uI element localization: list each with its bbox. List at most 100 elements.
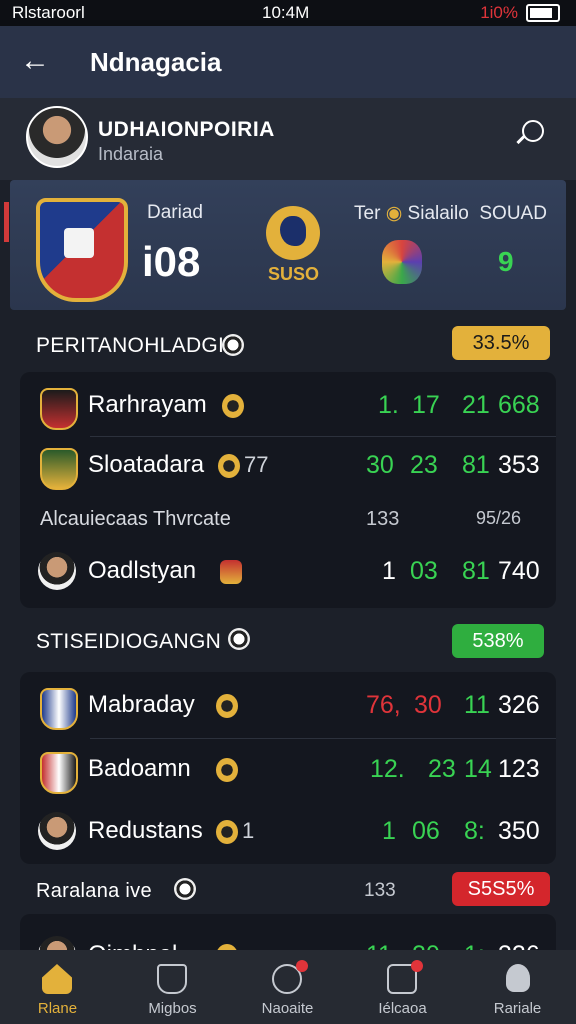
cell-value: 12. xyxy=(370,755,405,783)
medal-icon xyxy=(222,394,244,418)
team-crest-icon xyxy=(36,198,128,302)
player-avatar xyxy=(38,552,76,590)
battery-percent: 1i0% xyxy=(480,3,518,22)
cell-value: 23 xyxy=(410,451,438,479)
cell-value: 03 xyxy=(410,557,438,585)
club-crest-icon xyxy=(40,752,78,794)
nav-label: Rariale xyxy=(493,1000,542,1017)
cell-value: 1. xyxy=(378,391,399,419)
cell-value: 30 xyxy=(414,691,442,719)
match-right-value: 9 xyxy=(498,246,514,277)
table-row[interactable]: Mabraday 76, 30 11 326 xyxy=(20,676,556,736)
table-row[interactable]: Badoamn 12. 23 14 123 xyxy=(20,740,556,800)
row-extra: 1 xyxy=(242,818,255,843)
nav-label: Naoaite xyxy=(261,1000,314,1017)
nav-label: Migbos xyxy=(148,1000,197,1017)
shield-icon xyxy=(157,964,187,994)
cell-value: 123 xyxy=(498,755,540,783)
match-card[interactable]: Dariad i08 SUSO Ter ◉ Sialailo SOUAD 9 xyxy=(10,180,566,310)
row-label: Oadlstyan xyxy=(88,557,197,584)
row-label: Badoamn xyxy=(88,755,191,782)
subrow-value: 133 xyxy=(366,508,400,530)
avatar[interactable] xyxy=(26,106,88,168)
back-arrow-icon[interactable]: ← xyxy=(20,44,50,78)
section-heading: Raralana ive xyxy=(36,880,152,902)
status-time: 10:4M xyxy=(262,3,310,22)
row-label: Rarhrayam xyxy=(88,391,207,418)
match-left-label: Dariad xyxy=(147,202,203,223)
player-avatar xyxy=(38,812,76,850)
cell-value: 350 xyxy=(498,817,540,845)
match-right-label: Ter ◉ Sialailo SOUAD xyxy=(354,203,547,224)
row-label: Redustans xyxy=(88,817,203,844)
standings-card-1: Rarhrayam 1. 17 21 668 Sloatadara 77 30 … xyxy=(20,372,556,608)
status-bar: Rlstaroorl 10:4M 1i0% xyxy=(0,0,576,26)
profile-name: UDHAIONPOIRIA xyxy=(98,118,275,141)
subtotal-row: Alcauiecaas Thvrcate 133 95/26 xyxy=(20,498,556,538)
bottom-navigation: Rlane Migbos Naoaite Iélcaoa Rariale xyxy=(0,950,576,1024)
nav-item-explore[interactable]: Naoaite xyxy=(230,950,345,1024)
profile-subtitle: Indaraia xyxy=(98,144,164,164)
profile-icon xyxy=(506,964,530,992)
nav-item-clubs[interactable]: Migbos xyxy=(115,950,230,1024)
notification-dot xyxy=(296,960,308,972)
status-icons: 1i0% xyxy=(480,3,560,23)
status-carrier: Rlstaroorl xyxy=(12,3,85,22)
section-heading: STISEIDIOGANGN xyxy=(36,630,222,653)
cell-value: 30 xyxy=(366,451,394,479)
profile-header: UDHAIONPOIRIA Indaraia xyxy=(0,98,576,180)
opponent-crest-icon xyxy=(382,240,422,284)
cell-value: 8: xyxy=(464,817,485,845)
subrow-value: 95/26 xyxy=(476,508,522,528)
nav-item-stats[interactable]: Iélcaoa xyxy=(345,950,460,1024)
search-icon[interactable] xyxy=(522,120,544,142)
subrow-label: Alcauiecaas Thvrcate xyxy=(40,508,231,530)
table-row[interactable]: Oadlstyan 1 03 81 740 xyxy=(20,542,556,602)
percent-badge: 33.5% xyxy=(452,326,550,360)
cell-value: 326 xyxy=(498,691,540,719)
cell-value: 06 xyxy=(412,817,440,845)
section-value: 133 xyxy=(364,880,396,901)
nav-label: Iélcaoa xyxy=(378,1000,427,1017)
cell-value: 11 xyxy=(464,691,490,719)
percent-badge: 538% xyxy=(452,624,544,658)
percent-badge: S5S5% xyxy=(452,872,550,906)
cell-value: 23 xyxy=(428,755,456,783)
row-label: Mabraday xyxy=(88,691,195,718)
standings-card-2: Mabraday 76, 30 11 326 Badoamn 12. 23 14… xyxy=(20,672,556,864)
page-title: Ndnagacia xyxy=(90,47,222,77)
club-crest-icon xyxy=(40,388,78,430)
cell-value: 1 xyxy=(382,557,396,585)
nav-item-home[interactable]: Rlane xyxy=(0,950,115,1024)
cell-value: 17 xyxy=(412,391,440,419)
cell-value: 81 xyxy=(462,557,490,585)
cell-value: 76, xyxy=(366,691,401,719)
medal-icon xyxy=(216,694,238,718)
medal-icon xyxy=(218,454,240,478)
home-icon xyxy=(42,964,72,994)
row-extra: 77 xyxy=(244,452,269,477)
league-logo-icon xyxy=(266,206,320,260)
cell-value: 81 xyxy=(462,451,490,479)
football-icon xyxy=(222,334,244,356)
league-logo-text: SUSO xyxy=(268,264,320,284)
app-bar: ← Ndnagacia xyxy=(0,26,576,98)
table-row[interactable]: Rarhrayam 1. 17 21 668 xyxy=(20,376,556,436)
divider xyxy=(90,738,556,739)
medal-icon xyxy=(216,820,238,844)
nav-item-profile[interactable]: Rariale xyxy=(460,950,575,1024)
medal-icon xyxy=(216,758,238,782)
cell-value: 353 xyxy=(498,451,540,479)
notification-dot xyxy=(411,960,423,972)
accent-bar xyxy=(4,202,9,242)
football-icon xyxy=(174,878,196,900)
club-crest-icon xyxy=(40,688,78,730)
cell-value: 668 xyxy=(498,391,540,419)
cell-value: 740 xyxy=(498,557,540,585)
nav-label: Rlane xyxy=(37,1000,78,1017)
table-row[interactable]: Redustans 1 1 06 8: 350 xyxy=(20,802,556,862)
match-score: i08 xyxy=(142,238,201,285)
table-row[interactable]: Sloatadara 77 30 23 81 353 xyxy=(20,436,556,496)
club-crest-icon xyxy=(40,448,78,490)
battery-icon xyxy=(526,4,560,22)
